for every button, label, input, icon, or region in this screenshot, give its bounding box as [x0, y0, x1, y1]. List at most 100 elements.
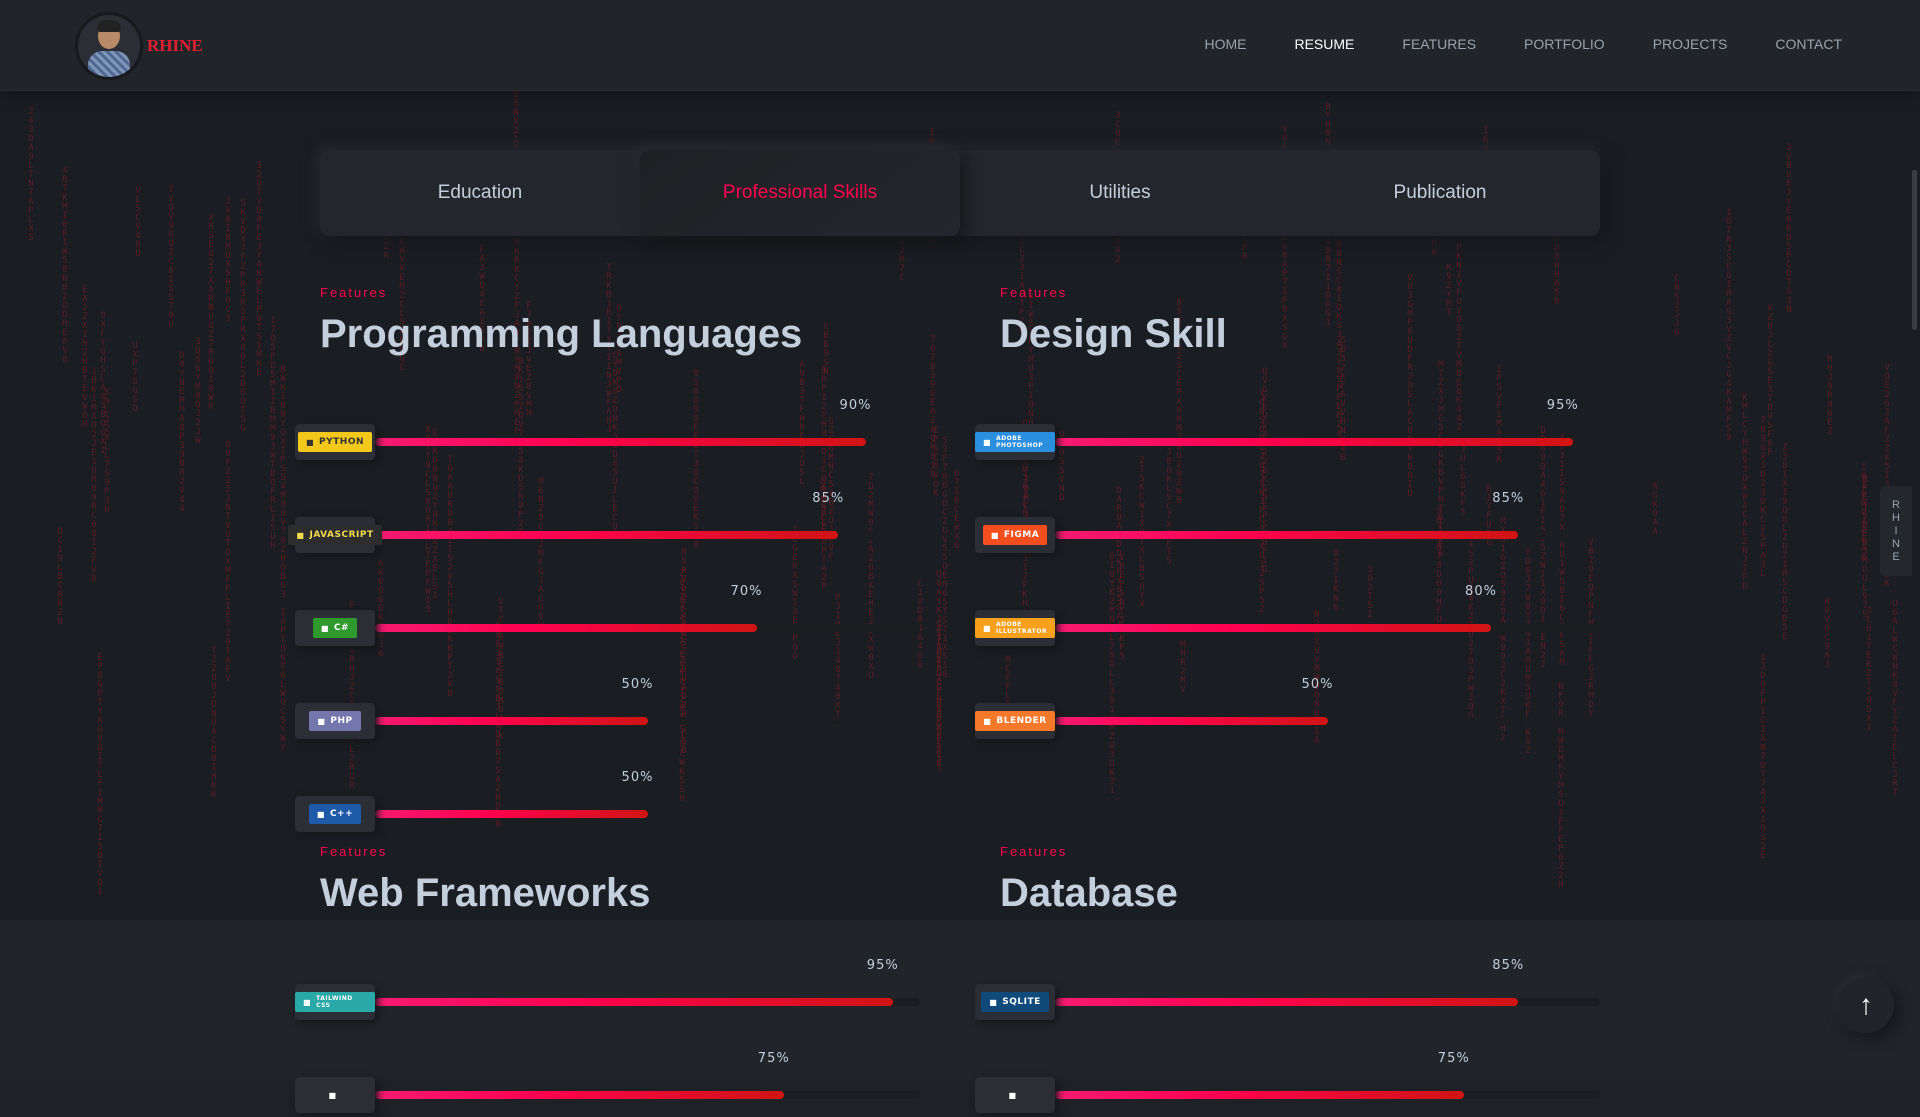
matrix-column: KMLCYHW93OXW4CALZNJ7FD — [1740, 393, 1750, 591]
python-icon: ■ — [305, 437, 315, 447]
skill-percent: 95% — [1546, 398, 1579, 413]
matrix-column: XRSEG27XARNUGZ7RDQ18WR — [206, 213, 216, 411]
matrix-column: GBB9SN — [821, 322, 831, 376]
skill-progress-fill — [375, 624, 757, 632]
matrix-column: RYJQHC3 — [1021, 457, 1031, 520]
matrix-column: 707B39GEA2AQK81D — [928, 335, 938, 479]
skill-badge: ■ BLENDER — [975, 703, 1055, 739]
skill-progress-fill — [1055, 717, 1328, 725]
framework-icon: ■ — [328, 1090, 337, 1100]
nav-projects[interactable]: PROJECTS — [1653, 36, 1728, 52]
nav-resume[interactable]: RESUME — [1294, 36, 1354, 52]
matrix-column: VO3GMP6UDFRJOSLAC0QT6DOIO — [1405, 273, 1415, 498]
side-letter: N — [1892, 537, 1900, 550]
skill-track — [1055, 624, 1600, 632]
tab-education[interactable]: Education — [320, 150, 640, 236]
matrix-column: VLSCV48O — [133, 186, 143, 258]
scroll-to-top-button[interactable]: ↑ — [1838, 977, 1894, 1033]
skill-row: 50% ■ PHP — [295, 677, 920, 743]
matrix-column: EP8GPTYKG9QITLF1MMC7I5QIVO1 — [95, 653, 105, 896]
nav-contact[interactable]: CONTACT — [1775, 36, 1842, 52]
blender-icon: ■ — [983, 716, 992, 726]
side-letter: H — [1892, 511, 1900, 524]
skill-badge: ■ FIGMA — [975, 517, 1055, 553]
tab-publication[interactable]: Publication — [1280, 150, 1600, 236]
section-subtitle: Features — [320, 285, 388, 300]
side-letter: I — [1894, 524, 1898, 537]
skill-row: 85% ■ JAVASCRIPT — [288, 491, 920, 557]
skill-track — [1055, 998, 1600, 1006]
skill-row: 75% ■ — [975, 1051, 1600, 1117]
skill-progress-fill — [375, 717, 648, 725]
skill-track — [375, 438, 920, 446]
matrix-column: A9B3TFHRFWJQSL — [797, 360, 807, 486]
matrix-column: D0YNEMMA8P39B82V44 — [177, 351, 187, 513]
skill-row: 50% ■ C++ — [295, 770, 920, 836]
skill-progress-fill — [1055, 624, 1491, 632]
section-title-programming: Programming Languages — [320, 312, 803, 356]
matrix-column: 1JDOFPICIXN7DT7A7X19S2E — [1758, 653, 1768, 860]
section-title-design: Design Skill — [1000, 312, 1227, 356]
matrix-column: 3VBVEJYE0R85PCD753N — [1784, 143, 1794, 314]
matrix-column: EA2ZXIHZHBTEVWOM — [80, 285, 90, 429]
matrix-column: HOVOC9AJ — [1822, 597, 1832, 669]
side-letter: E — [1892, 550, 1900, 563]
matrix-column: 17Q5PD5MIIBMM93WTBQFRLISUH — [268, 316, 278, 550]
matrix-column: IAPIU6T6LWQC5YWY — [278, 608, 288, 752]
section-subtitle: Features — [320, 844, 388, 859]
scrollbar[interactable] — [1912, 170, 1917, 330]
skill-badge: ■ C# — [295, 610, 375, 646]
tab-professional-skills[interactable]: Professional Skills — [640, 150, 960, 236]
skill-badge: ■ PHP — [295, 703, 375, 739]
skill-progress-fill — [375, 438, 866, 446]
skill-progress-fill — [375, 998, 893, 1006]
matrix-column: BWK10NYGXIPS54M86V78ZHQBG3 — [278, 365, 288, 599]
skill-badge: ■ — [295, 1077, 375, 1113]
php-icon: ■ — [317, 716, 326, 726]
skill-progress-fill — [1055, 998, 1519, 1006]
matrix-column: NPEJSUENJMOUL97S — [1860, 475, 1870, 619]
resume-tabs: Education Professional Skills Utilities … — [320, 150, 1600, 236]
arrow-up-icon: ↑ — [1859, 989, 1873, 1020]
skill-percent: 50% — [621, 677, 654, 692]
skill-label: FIGMA — [1003, 530, 1040, 540]
skill-percent: 50% — [621, 770, 654, 785]
skill-badge: ■ JAVASCRIPT — [288, 517, 382, 553]
avatar[interactable] — [78, 15, 140, 77]
matrix-column: WI2M7C — [897, 228, 907, 282]
skill-percent: 75% — [757, 1051, 790, 1066]
nav-features[interactable]: FEATURES — [1402, 36, 1476, 52]
matrix-column: AGK9AA — [1650, 482, 1660, 536]
nav-portfolio[interactable]: PORTFOLIO — [1524, 36, 1605, 52]
illustrator-icon: ■ — [982, 623, 991, 633]
skill-track — [375, 531, 920, 539]
matrix-column: PKNIVFUVO6ZTVMBE6K44Z — [1454, 243, 1464, 432]
brand-name[interactable]: RHINE — [147, 36, 203, 56]
matrix-column: 4BTKMI0RIW58N82ODHE0V8 — [60, 166, 70, 364]
skill-progress-fill — [375, 531, 839, 539]
skill-badge: ■ ADOBE PHOTOSHOP — [975, 424, 1055, 460]
matrix-column: 3CH1TEKZT295X1 — [1864, 606, 1874, 732]
side-letter: R — [1892, 498, 1900, 511]
tab-utilities[interactable]: Utilities — [960, 150, 1280, 236]
skill-track — [375, 1091, 920, 1099]
nav-home[interactable]: HOME — [1204, 36, 1246, 52]
cpp-icon: ■ — [316, 809, 325, 819]
skill-badge: ■ C++ — [295, 796, 375, 832]
skill-row: 95% ■ ADOBE PHOTOSHOP — [975, 398, 1600, 464]
skill-row: 95% ■ TAILWIND CSS — [295, 958, 920, 1024]
skill-badge: ■ TAILWIND CSS — [295, 984, 375, 1020]
sqlite-icon: ■ — [989, 997, 998, 1007]
matrix-column: 5KVDY7FZPR3RSPRX86L2D6OT5G — [238, 199, 248, 433]
matrix-column: 1OTN3SE6IRAG3VZVCJG4KAMFS9 — [1724, 208, 1734, 442]
tailwind-icon: ■ — [303, 997, 312, 1007]
side-brand-tab[interactable]: R H I N E — [1880, 486, 1912, 576]
section-subtitle: Features — [1000, 285, 1068, 300]
section-title-web: Web Frameworks — [320, 871, 651, 915]
matrix-column: DC19LBC8R2N — [55, 527, 65, 626]
matrix-column: 827IKN6 — [1331, 549, 1341, 612]
site-header: RHINE HOME RESUME FEATURES PORTFOLIO PRO… — [0, 0, 1920, 91]
skill-row: 70% ■ C# — [295, 584, 920, 650]
photoshop-icon: ■ — [983, 437, 992, 447]
matrix-column: U6ALWCWNK8VFYZAIELCJRT — [1890, 599, 1900, 797]
